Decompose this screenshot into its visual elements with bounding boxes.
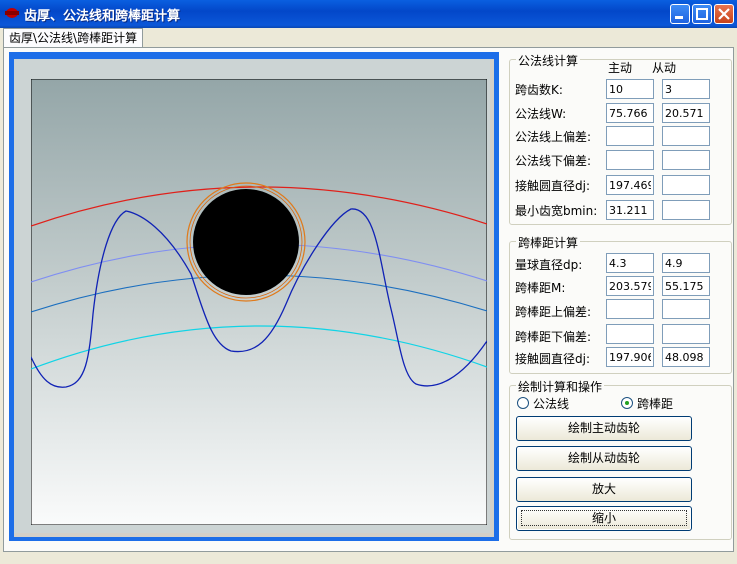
radio-common-normal[interactable]	[517, 397, 529, 409]
radio-over-pins[interactable]	[621, 397, 633, 409]
label-m-lower-dev: 跨棒距下偏差:	[515, 330, 592, 344]
common-normal-w-driven-field[interactable]	[662, 103, 710, 123]
w-upper-dev-driving-field[interactable]	[606, 126, 654, 146]
min-width-driving-field[interactable]	[606, 200, 654, 220]
label-w-upper-dev: 公法线上偏差:	[515, 130, 592, 144]
app-icon	[5, 8, 19, 18]
measuring-pin	[193, 189, 299, 295]
contact-dia-w-driven-field[interactable]	[662, 175, 710, 195]
w-lower-dev-driven-field[interactable]	[662, 150, 710, 170]
label-m-upper-dev: 跨棒距上偏差:	[515, 305, 592, 319]
window-title: 齿厚、公法线和跨棒距计算	[24, 9, 181, 24]
label-over-pins-m: 跨棒距M:	[515, 281, 566, 295]
m-lower-dev-driven-field[interactable]	[662, 324, 710, 344]
ball-dia-driving-field[interactable]	[606, 253, 654, 273]
over-pins-m-driven-field[interactable]	[662, 276, 710, 296]
maximize-icon	[696, 8, 708, 20]
label-contact-dia-w: 接触圆直径dj:	[515, 179, 590, 193]
gear-drawing-canvas[interactable]	[31, 79, 487, 525]
draw-driven-gear-button[interactable]: 绘制从动齿轮	[516, 446, 692, 471]
over-pins-group-title: 跨棒距计算	[516, 234, 581, 251]
contact-dia-m-driven-field[interactable]	[662, 347, 710, 367]
contact-dia-w-driving-field[interactable]	[606, 175, 654, 195]
label-common-normal-w: 公法线W:	[515, 107, 567, 121]
label-min-width: 最小齿宽bmin:	[515, 204, 598, 218]
m-upper-dev-driven-field[interactable]	[662, 299, 710, 319]
minimize-button[interactable]	[670, 4, 690, 24]
close-icon	[718, 8, 730, 20]
radio-over-pins-label[interactable]: 跨棒距	[637, 395, 673, 412]
canvas-background	[31, 79, 487, 525]
tab-strip: 齿厚\公法线\跨棒距计算	[0, 28, 737, 48]
m-lower-dev-driving-field[interactable]	[606, 324, 654, 344]
col-driving-header: 主动	[608, 61, 633, 75]
m-upper-dev-driving-field[interactable]	[606, 299, 654, 319]
tab-calc[interactable]: 齿厚\公法线\跨棒距计算	[3, 28, 144, 47]
zoom-out-label: 缩小	[520, 510, 688, 526]
minimize-icon	[675, 16, 683, 19]
teeth-span-driving-field[interactable]	[606, 79, 654, 99]
draw-ops-group-title: 绘制计算和操作	[516, 378, 605, 395]
close-button[interactable]	[714, 4, 734, 24]
zoom-out-button[interactable]: 缩小	[516, 506, 692, 531]
label-w-lower-dev: 公法线下偏差:	[515, 154, 592, 168]
teeth-span-driven-field[interactable]	[662, 79, 710, 99]
min-width-driven-field[interactable]	[662, 200, 710, 220]
maximize-button[interactable]	[692, 4, 712, 24]
contact-dia-m-driving-field[interactable]	[606, 347, 654, 367]
label-teeth-span: 跨齿数K:	[515, 83, 563, 97]
w-upper-dev-driven-field[interactable]	[662, 126, 710, 146]
common-normal-w-driving-field[interactable]	[606, 103, 654, 123]
status-bar	[0, 553, 737, 564]
common-normal-group-title: 公法线计算	[516, 52, 581, 69]
label-contact-dia-m: 接触圆直径dj:	[515, 352, 590, 366]
title-bar: 齿厚、公法线和跨棒距计算	[0, 0, 737, 28]
ball-dia-driven-field[interactable]	[662, 253, 710, 273]
over-pins-m-driving-field[interactable]	[606, 276, 654, 296]
draw-driving-gear-button[interactable]: 绘制主动齿轮	[516, 416, 692, 441]
w-lower-dev-driving-field[interactable]	[606, 150, 654, 170]
col-driven-header: 从动	[652, 61, 677, 75]
radio-common-normal-label[interactable]: 公法线	[533, 395, 569, 412]
label-ball-dia: 量球直径dp:	[515, 258, 583, 272]
zoom-in-button[interactable]: 放大	[516, 477, 692, 502]
